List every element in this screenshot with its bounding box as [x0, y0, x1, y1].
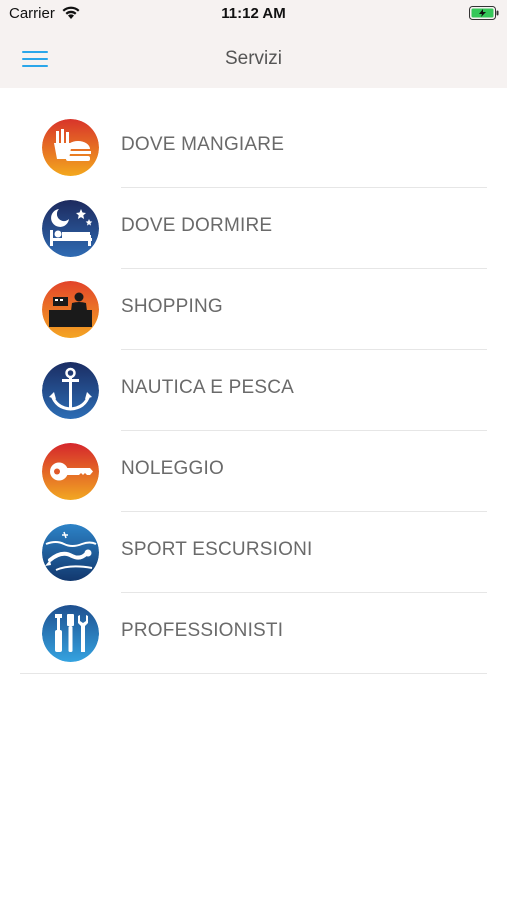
list-item-dove-dormire[interactable]: DOVE DORMIRE [0, 188, 507, 269]
battery-icon [469, 6, 499, 20]
page-title: Servizi [224, 48, 282, 69]
list-item-label: DOVE DORMIRE [121, 215, 273, 236]
list-item-label: PROFESSIONISTI [121, 620, 284, 641]
sleep-icon [42, 200, 99, 257]
list-item-nautica-e-pesca[interactable]: NAUTICA E PESCA [0, 350, 507, 431]
list-item-label: DOVE MANGIARE [121, 134, 285, 155]
list-item-dove-mangiare[interactable]: DOVE MANGIARE [0, 107, 507, 188]
services-list: DOVE MANGIARE DOVE DORMIRE SHOPPING NAUT… [0, 107, 507, 674]
separator [20, 673, 487, 674]
list-item-sport-escursioni[interactable]: SPORT ESCURSIONI [0, 512, 507, 593]
list-item-shopping[interactable]: SHOPPING [0, 269, 507, 350]
anchor-icon [42, 362, 99, 419]
list-item-label: NAUTICA E PESCA [121, 377, 294, 398]
key-icon [42, 443, 99, 500]
list-item-label: SHOPPING [121, 296, 223, 317]
diving-icon [42, 524, 99, 581]
list-item-label: NOLEGGIO [121, 458, 224, 479]
tools-icon [42, 605, 99, 662]
list-item-professionisti[interactable]: PROFESSIONISTI [0, 593, 507, 674]
list-item-label: SPORT ESCURSIONI [121, 539, 313, 560]
status-bar: Carrier 11:12 AM [0, 0, 507, 28]
shop-icon [42, 281, 99, 338]
clock: 11:12 AM [221, 5, 286, 22]
navigation-bar: Servizi [0, 28, 507, 88]
food-icon [42, 119, 99, 176]
list-item-noleggio[interactable]: NOLEGGIO [0, 431, 507, 512]
